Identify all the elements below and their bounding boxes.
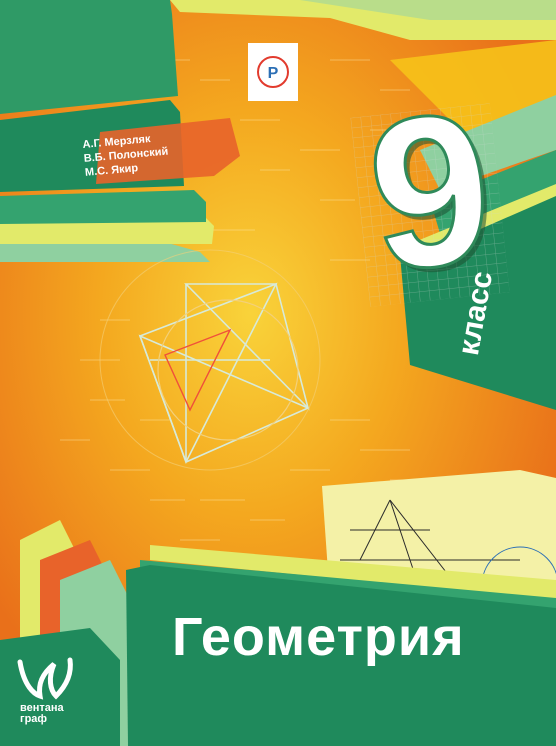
svg-text:Р: Р (268, 65, 279, 82)
russian-school-badge-icon: Р (248, 43, 298, 101)
book-title: Геометрия (172, 607, 465, 667)
publisher-logo-icon (17, 657, 73, 700)
publisher-name: вентана граф (20, 703, 64, 725)
book-cover: Р А.Г. Мерзляк В.Б. Полонский М.С. Якир … (0, 0, 556, 746)
publisher-line-2: граф (20, 713, 48, 725)
authors-list: А.Г. Мерзляк В.Б. Полонский М.С. Якир (82, 131, 170, 180)
